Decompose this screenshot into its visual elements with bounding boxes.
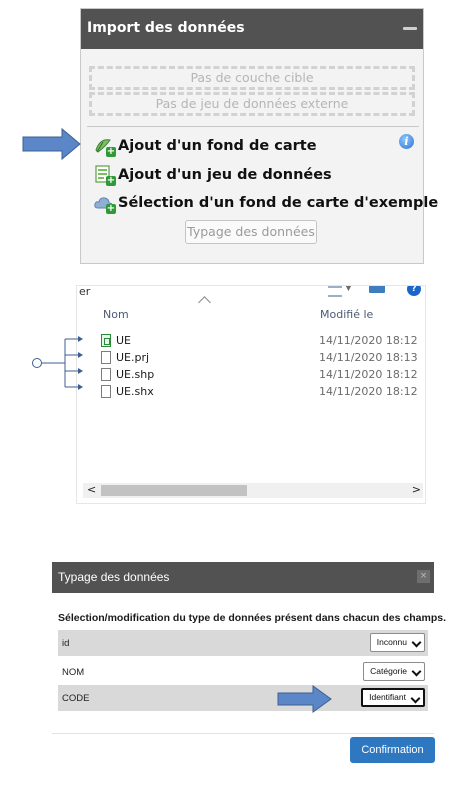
sort-caret-icon[interactable] <box>198 296 211 309</box>
import-title: Import des données <box>87 20 245 36</box>
add-dataset-label: Ajout d'un jeu de données <box>118 167 332 183</box>
add-dataset-action[interactable]: + Ajout d'un jeu de données <box>94 164 332 186</box>
file-row[interactable]: UE.shx 14/11/2020 18:12 <box>101 385 421 401</box>
type-select-value: Inconnu <box>376 637 407 647</box>
typage-description: Sélection/modification du type de donnée… <box>58 612 447 624</box>
file-explorer: er ▼ ? Nom Modifié le UE 14/11/2020 18:1… <box>76 285 426 504</box>
horizontal-scrollbar[interactable]: < > <box>83 483 423 498</box>
file-date: 14/11/2020 18:12 <box>319 385 418 398</box>
scroll-right-arrow[interactable]: > <box>412 483 421 496</box>
spreadsheet-file-icon <box>101 334 111 347</box>
field-name: id <box>62 638 70 649</box>
file-group-bracket <box>32 336 83 390</box>
file-icon <box>101 368 111 381</box>
type-select-value: Identifiant <box>369 692 406 702</box>
external-dataset-slot[interactable]: Pas de jeu de données externe <box>89 92 415 116</box>
file-date: 14/11/2020 18:12 <box>319 368 418 381</box>
field-name: NOM <box>62 667 85 678</box>
cloud-add-icon: + <box>94 193 116 214</box>
chevron-down-icon <box>411 637 422 648</box>
field-row-nom: NOM Catégorie <box>58 659 428 685</box>
select-example-basemap-label: Sélection d'un fond de carte d'exemple <box>118 195 439 211</box>
add-basemap-action[interactable]: + Ajout d'un fond de carte <box>94 135 317 157</box>
help-icon[interactable]: ? <box>407 286 421 296</box>
file-date: 14/11/2020 18:12 <box>319 334 418 347</box>
chevron-down-icon <box>410 693 421 704</box>
type-select-id[interactable]: Inconnu <box>369 633 425 652</box>
target-layer-slot[interactable]: Pas de couche cible <box>89 66 415 90</box>
close-icon[interactable]: × <box>417 570 430 583</box>
pointer-arrow-basemap <box>22 127 81 161</box>
field-row-id: id Inconnu <box>58 630 428 656</box>
dialog-divider <box>52 733 434 734</box>
info-icon[interactable]: i <box>399 134 414 149</box>
file-row[interactable]: UE.prj 14/11/2020 18:13 <box>101 351 421 367</box>
file-date: 14/11/2020 18:13 <box>319 351 418 364</box>
add-basemap-label: Ajout d'un fond de carte <box>118 138 317 154</box>
file-name: UE <box>116 334 132 347</box>
file-row[interactable]: UE.shp 14/11/2020 18:12 <box>101 368 421 384</box>
file-row[interactable]: UE 14/11/2020 18:12 <box>101 334 421 350</box>
column-header-name[interactable]: Nom <box>103 308 129 321</box>
file-name: UE.shx <box>116 385 154 398</box>
chevron-down-icon <box>411 666 422 677</box>
field-name: CODE <box>62 693 90 704</box>
dataset-add-icon: + <box>94 165 116 186</box>
file-name: UE.prj <box>116 351 150 364</box>
field-row-code: CODE Identifiant <box>58 685 428 711</box>
panel-divider <box>87 126 419 127</box>
chevron-down-icon[interactable]: ▼ <box>345 286 352 293</box>
file-icon <box>101 351 111 364</box>
explorer-text-fragment: er <box>79 285 91 298</box>
file-name: UE.shp <box>116 368 155 381</box>
typage-dialog-header: Typage des données × <box>52 562 434 593</box>
column-header-modified[interactable]: Modifié le <box>320 308 373 321</box>
typage-dialog-title: Typage des données <box>58 570 170 584</box>
typage-button[interactable]: Typage des données <box>185 220 317 244</box>
type-select-nom[interactable]: Catégorie <box>363 662 425 681</box>
basemap-add-icon: + <box>94 136 116 157</box>
preview-pane-icon[interactable] <box>369 286 385 293</box>
confirm-button[interactable]: Confirmation <box>350 737 435 763</box>
file-icon <box>101 385 111 398</box>
type-select-code[interactable]: Identifiant <box>361 688 425 707</box>
view-options-icon[interactable] <box>328 286 342 297</box>
import-header: Import des données <box>81 9 423 49</box>
type-select-value: Catégorie <box>370 666 407 676</box>
pointer-arrow-identifiant <box>277 685 332 713</box>
select-example-basemap-action[interactable]: + Sélection d'un fond de carte d'exemple <box>94 192 438 214</box>
collapse-icon[interactable] <box>403 27 417 30</box>
import-panel: Import des données Pas de couche cible P… <box>80 8 438 264</box>
scroll-left-arrow[interactable]: < <box>87 483 96 496</box>
scroll-thumb[interactable] <box>101 485 247 496</box>
